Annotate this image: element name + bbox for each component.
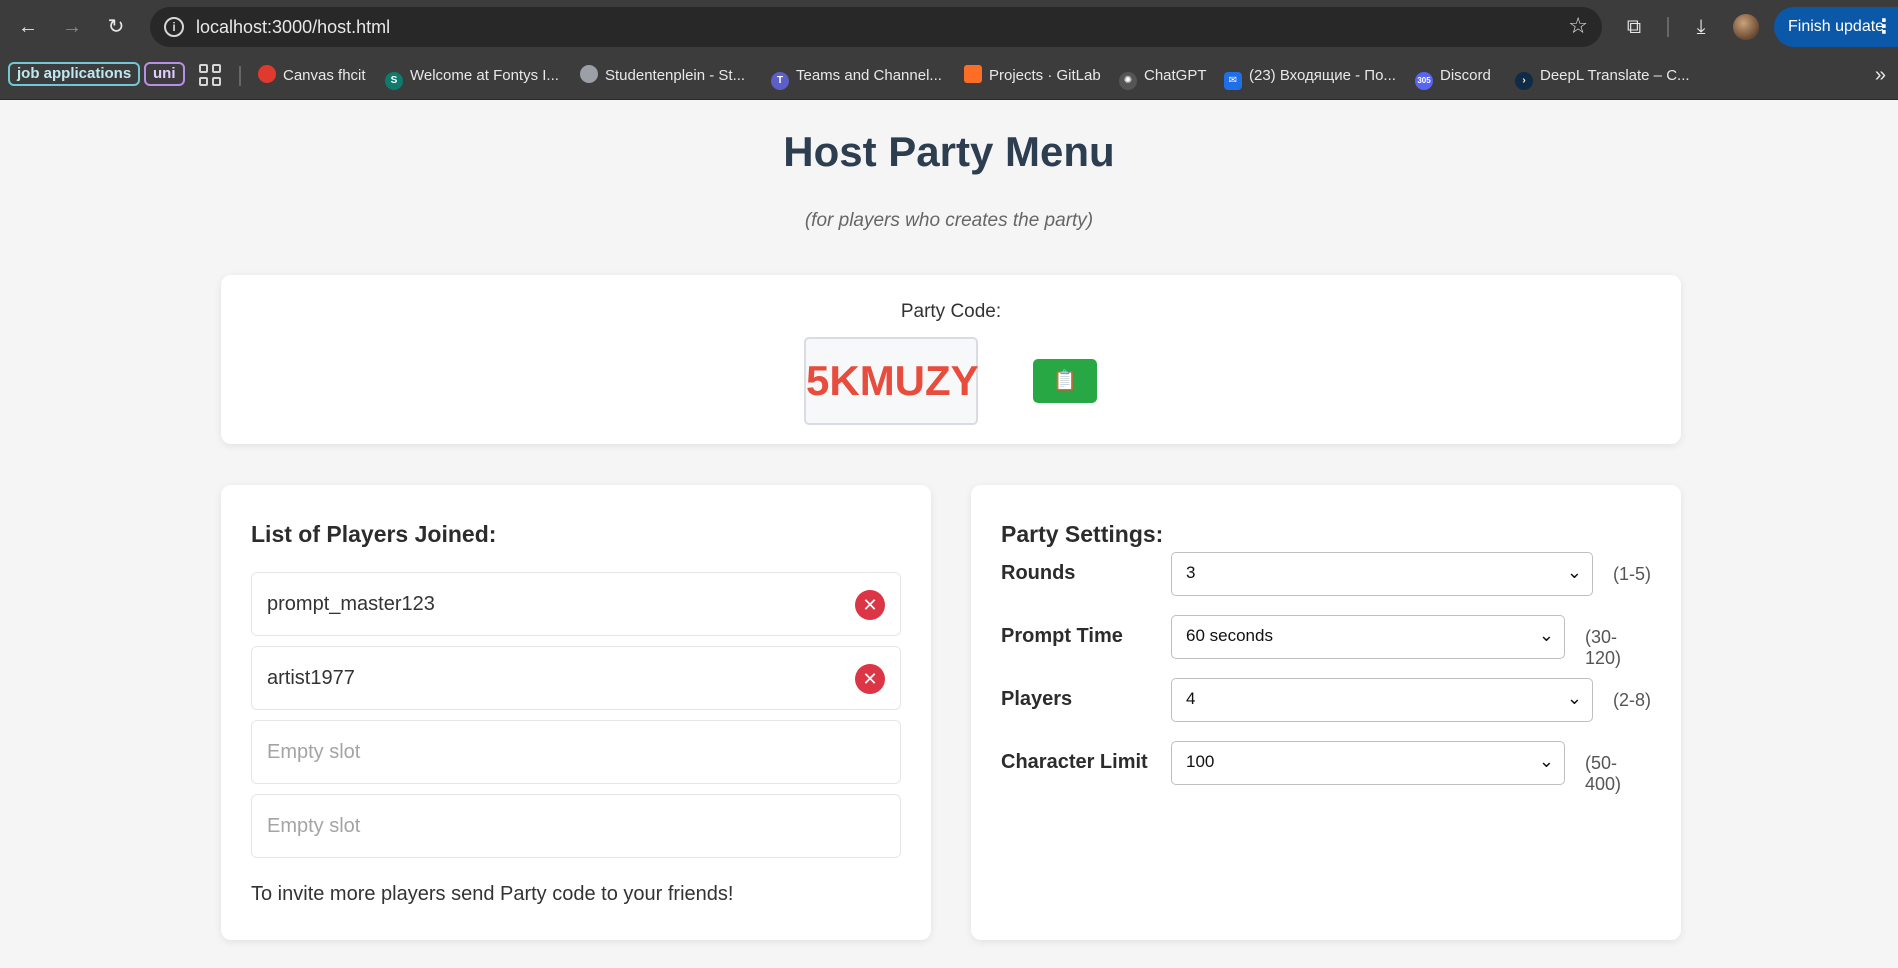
bookmark-star-icon[interactable]: ☆ — [1568, 13, 1588, 39]
bookmark-gitlab[interactable]: Projects · GitLab — [964, 64, 1101, 88]
party-code-label: Party Code: — [900, 301, 1002, 322]
download-icon[interactable]: ⤓ — [1687, 13, 1715, 41]
setting-range: (1-5) — [1613, 564, 1652, 584]
teams-icon: T — [771, 72, 789, 90]
sharepoint-icon: S — [385, 72, 403, 90]
setting-label: Players — [1001, 688, 1073, 710]
setting-prompt-time: Prompt Time 60 seconds ⌄ (30-120) — [1001, 615, 1651, 668]
copy-code-button[interactable]: 📋 — [1033, 359, 1097, 403]
prompt-time-select[interactable]: 60 seconds ⌄ — [1171, 615, 1565, 659]
finish-update-button[interactable]: Finish update ⋮ — [1774, 7, 1898, 47]
forward-arrow-icon[interactable]: → — [58, 13, 86, 41]
url-text[interactable]: localhost:3000/host.html — [196, 17, 390, 38]
player-slot: prompt_master123 ✕ — [251, 572, 901, 636]
chatgpt-icon: ✺ — [1119, 72, 1137, 90]
chevron-down-icon: ⌄ — [1566, 688, 1582, 708]
bookmarks-divider — [239, 66, 241, 86]
player-slot: artist1977 ✕ — [251, 646, 901, 710]
profile-avatar[interactable] — [1733, 14, 1759, 40]
bookmark-label: ChatGPT — [1144, 67, 1207, 84]
party-code-value: 5KMUZY — [804, 337, 979, 425]
remove-player-button[interactable]: ✕ — [855, 664, 885, 694]
bookmarks-bar: job applications uni Canvas fhcit S Welco… — [0, 54, 1898, 100]
apps-grid-icon[interactable] — [199, 64, 221, 86]
reload-icon[interactable]: ↻ — [102, 13, 130, 41]
bookmark-label: DeepL Translate – C... — [1540, 67, 1690, 84]
select-value: 60 seconds — [1186, 626, 1273, 645]
bookmark-discord[interactable]: 305 Discord — [1415, 64, 1491, 90]
setting-label: Character Limit — [1001, 751, 1148, 773]
site-info-icon[interactable]: i — [164, 17, 184, 37]
gitlab-icon — [964, 65, 982, 83]
back-arrow-icon[interactable]: ← — [14, 13, 42, 41]
setting-label: Rounds — [1001, 562, 1076, 584]
select-value: 4 — [1186, 689, 1196, 708]
party-code-card: Party Code: 5KMUZY 📋 — [221, 275, 1681, 444]
bookmark-label: Discord — [1440, 67, 1491, 84]
setting-range: (50-400) — [1585, 753, 1622, 794]
deepl-icon: › — [1515, 72, 1533, 90]
setting-players: Players 4 ⌄ (2-8) — [1001, 678, 1651, 722]
bookmark-label: Canvas fhcit — [283, 67, 366, 84]
settings-card: Party Settings: Rounds 3 ⌄ (1-5) Prompt … — [971, 485, 1681, 940]
page-title: Host Party Menu — [783, 128, 1115, 175]
players-heading: List of Players Joined: — [251, 521, 497, 547]
close-icon: ✕ — [862, 595, 878, 615]
bookmark-studentenplein[interactable]: Studentenplein - St... — [580, 64, 745, 88]
more-bookmarks-icon[interactable]: » — [1875, 64, 1886, 87]
clipboard-icon: 📋 — [1052, 370, 1078, 392]
setting-range: (2-8) — [1613, 690, 1652, 710]
setting-rounds: Rounds 3 ⌄ (1-5) — [1001, 552, 1651, 596]
remove-player-button[interactable]: ✕ — [855, 590, 885, 620]
bookmark-mail[interactable]: ✉ (23) Входящие - По... — [1224, 64, 1396, 90]
select-value: 3 — [1186, 563, 1196, 582]
settings-heading: Party Settings: — [1001, 521, 1164, 547]
extensions-icon[interactable]: ⧉ — [1620, 13, 1648, 41]
discord-icon: 305 — [1415, 72, 1433, 90]
bookmark-label: Teams and Channel... — [796, 67, 942, 84]
toolbar-divider — [1667, 17, 1669, 37]
setting-range: (30-120) — [1585, 627, 1622, 668]
bookmark-label: Projects · GitLab — [989, 67, 1101, 84]
mail-icon: ✉ — [1224, 72, 1242, 90]
player-name: prompt_master123 — [267, 593, 435, 615]
globe-icon — [580, 65, 598, 83]
close-icon: ✕ — [862, 669, 878, 689]
bookmark-label: Studentenplein - St... — [605, 67, 746, 84]
character-limit-select[interactable]: 100 ⌄ — [1171, 741, 1565, 785]
bookmark-label: (23) Входящие - По... — [1249, 67, 1396, 84]
address-bar[interactable]: i localhost:3000/host.html ☆ — [150, 7, 1602, 47]
bookmark-canvas[interactable]: Canvas fhcit — [258, 64, 366, 88]
rounds-select[interactable]: 3 ⌄ — [1171, 552, 1593, 596]
browser-toolbar: ← → ↻ i localhost:3000/host.html ☆ ⧉ ⤓ F… — [0, 0, 1898, 54]
bookmark-fontys[interactable]: S Welcome at Fontys I... — [385, 64, 559, 90]
players-card: List of Players Joined: prompt_master123… — [221, 485, 931, 940]
setting-label: Prompt Time — [1001, 625, 1123, 647]
empty-slot-text: Empty slot — [267, 815, 361, 837]
bookmark-label: Welcome at Fontys I... — [410, 67, 559, 84]
empty-player-slot: Empty slot — [251, 794, 901, 858]
chevron-down-icon: ⌄ — [1538, 751, 1554, 771]
player-name: artist1977 — [267, 667, 355, 689]
empty-slot-text: Empty slot — [267, 741, 361, 763]
bookmark-teams[interactable]: T Teams and Channel... — [771, 64, 942, 90]
finish-update-label: Finish update — [1788, 18, 1885, 35]
invite-instructions: To invite more players send Party code t… — [251, 883, 734, 905]
chevron-down-icon: ⌄ — [1566, 562, 1582, 582]
bookmark-folder-uni[interactable]: uni — [144, 62, 185, 86]
empty-player-slot: Empty slot — [251, 720, 901, 784]
canvas-icon — [258, 65, 276, 83]
setting-character-limit: Character Limit 100 ⌄ (50-400) — [1001, 741, 1651, 794]
players-select[interactable]: 4 ⌄ — [1171, 678, 1593, 722]
bookmark-deepl[interactable]: › DeepL Translate – C... — [1515, 64, 1690, 90]
select-value: 100 — [1186, 752, 1215, 771]
page-subtitle: (for players who creates the party) — [804, 210, 1094, 231]
menu-dots-icon[interactable]: ⋮ — [1874, 7, 1894, 47]
bookmark-chatgpt[interactable]: ✺ ChatGPT — [1119, 64, 1207, 90]
bookmark-folder-job-applications[interactable]: job applications — [8, 62, 141, 86]
chevron-down-icon: ⌄ — [1538, 625, 1554, 645]
